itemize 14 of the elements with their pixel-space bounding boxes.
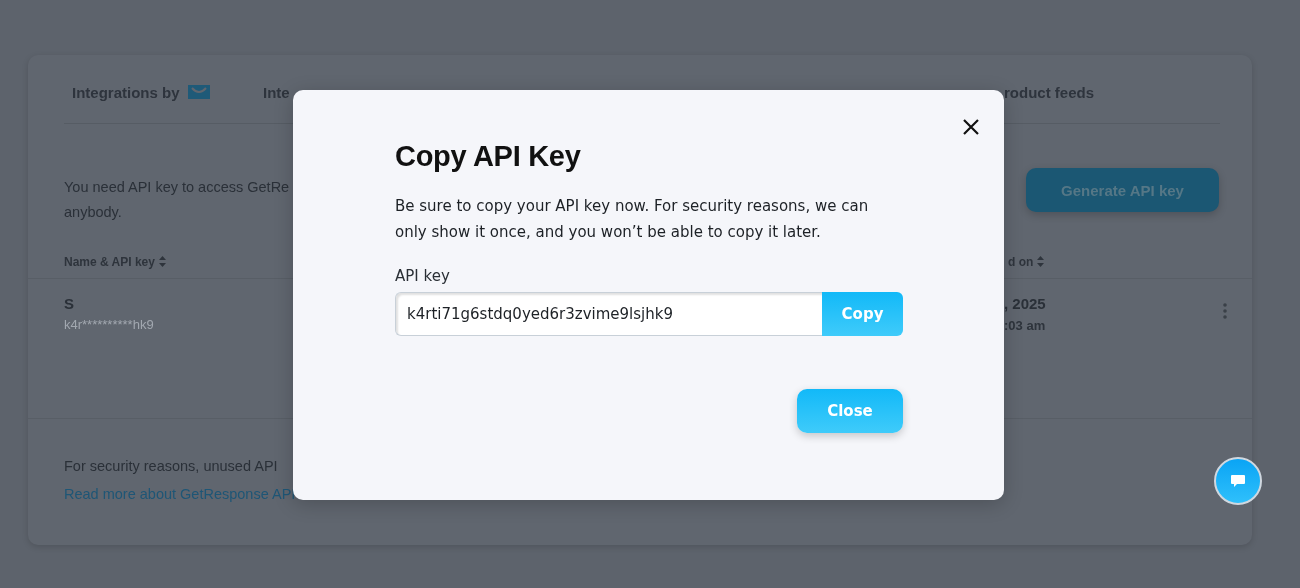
date-text: , 2025 — [1004, 295, 1047, 312]
sort-icon — [158, 256, 166, 267]
sort-icon — [1037, 256, 1045, 267]
chat-icon — [1231, 474, 1245, 488]
api-docs-link[interactable]: Read more about GetResponse API — [64, 484, 296, 504]
close-button[interactable]: Close — [797, 389, 903, 433]
generate-key-button[interactable]: Generate API key — [1026, 168, 1219, 212]
intro-text: anybody. — [64, 203, 123, 222]
field-label: API key — [395, 267, 451, 285]
dialog-title: Copy API Key — [395, 140, 582, 173]
copy-button[interactable]: Copy — [822, 292, 903, 336]
envelope-icon — [187, 85, 210, 99]
dialog-text: Be sure to copy your API key now. For security reasons, we can only show it once, and you won’t be able to copy it later. — [395, 196, 870, 243]
close-icon[interactable] — [963, 119, 979, 135]
